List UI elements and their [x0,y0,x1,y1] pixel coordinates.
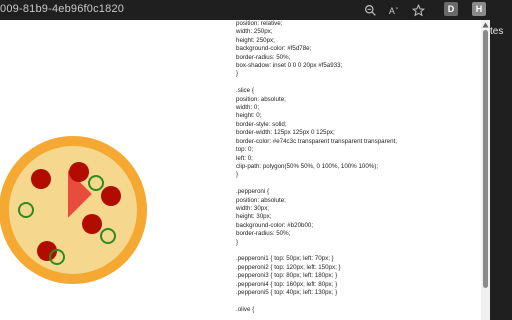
olive-4 [49,249,65,265]
code-line: border-radius: 50%; [236,230,291,238]
code-line: height: 30px; [236,213,272,221]
code-line: height: 250px; [236,36,275,44]
code-line: width: 30px; [236,204,270,212]
browser-toolbar: 009-81b9-4eb96f0c1820 A» D H [0,0,512,20]
olive-3 [100,228,116,244]
side-panel [490,0,512,320]
pepperoni-1 [31,169,51,189]
code-line: width: 0; [236,104,260,112]
zoom-out-icon[interactable] [362,2,378,18]
read-aloud-icon[interactable]: A» [386,2,402,18]
olive-1 [88,175,104,191]
pepperoni-4 [82,214,102,234]
code-line: border-color: #e74c3c transparent transp… [236,137,397,145]
code-line: border-radius: 50%; [236,53,291,61]
pepperoni-2 [69,162,89,182]
address-bar-url[interactable]: 009-81b9-4eb96f0c1820 [0,3,124,15]
code-line: width: 250px; [236,28,273,36]
code-line: box-shadow: inset 0 0 0 20px #f5a933; [236,62,343,70]
code-line: background-color: #b20b00; [236,221,314,229]
code-line: .pepperoni { [236,188,270,196]
code-line: clip-path: polygon(50% 50%, 0 100%, 100%… [236,162,379,170]
code-line: .pepperoni5 { top: 40px; left: 130px; } [236,289,338,296]
favorite-star-icon[interactable] [410,2,426,18]
extension-d-button[interactable]: D [444,2,458,16]
code-line: border-style: solid; [236,120,287,128]
code-line: .olive { [236,305,255,313]
svg-text:A: A [388,5,394,15]
scrollbar-thumb[interactable] [483,30,488,288]
pepperoni-3 [101,186,121,206]
olive-2 [18,202,34,218]
scroll-up-arrow-icon[interactable] [482,22,489,28]
code-line: left: 0; [236,154,253,162]
code-line: } [236,70,239,78]
code-line: } [236,171,239,179]
code-line: border-width: 125px 125px 0 125px; [236,129,335,137]
css-code-listing: position: relative; width: 250px; height: … [236,20,481,314]
code-line: } [236,238,239,246]
code-line: .pepperoni1 { top: 50px; left: 70px; } [236,255,334,263]
svg-text:»: » [395,6,398,11]
code-line: .pepperoni4 { top: 160px; left: 80px; } [236,280,338,288]
code-line: .slice { [236,87,254,95]
code-line: top: 0; [236,146,254,154]
code-line: position: relative; [236,20,283,27]
code-line: position: absolute; [236,196,286,204]
code-line: background-color: #f5d78e; [236,45,312,53]
code-line: position: absolute; [236,95,286,103]
side-panel-title: tes [490,26,504,37]
extension-h-button[interactable]: H [472,2,486,16]
code-line: .pepperoni2 { top: 120px; left: 150px; } [236,263,341,271]
code-line: height: 0; [236,112,262,120]
code-line: .pepperoni3 { top: 80px; left: 180px; } [236,272,338,280]
